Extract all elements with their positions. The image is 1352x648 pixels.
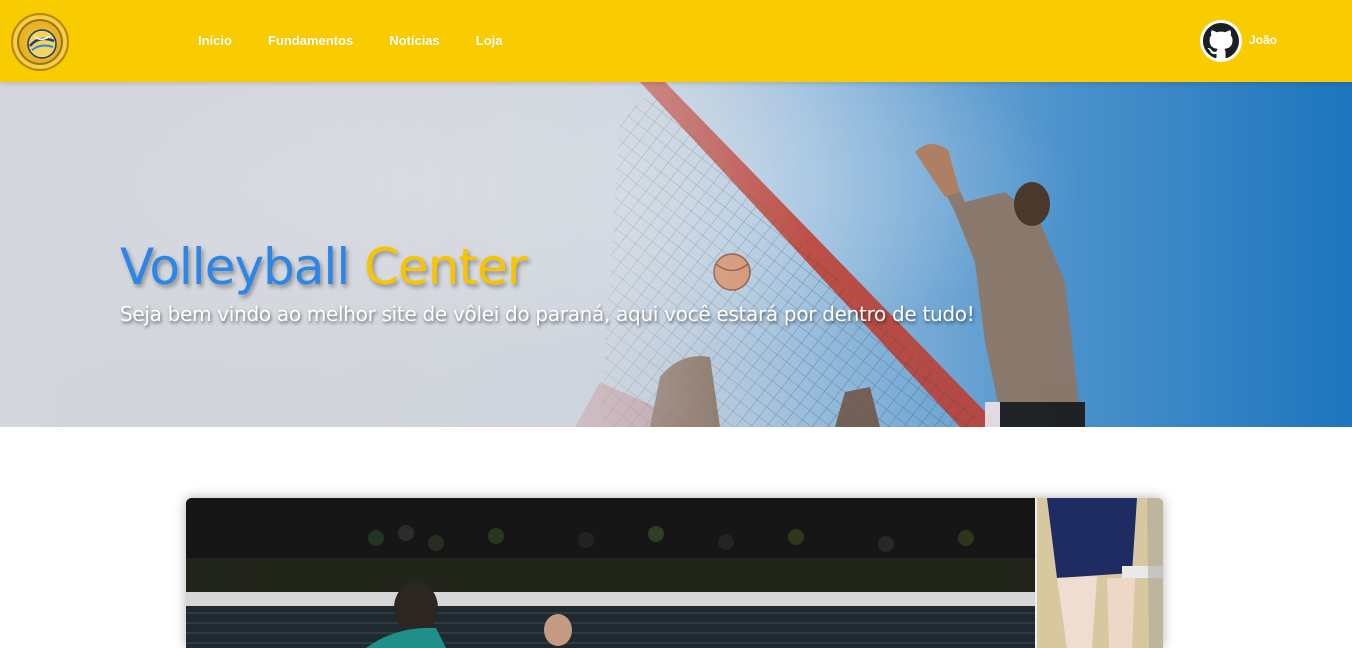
nav-link-noticias[interactable]: Notícias — [389, 33, 440, 48]
avatar[interactable] — [1200, 20, 1242, 62]
hero-title-part2: Center — [364, 238, 527, 296]
navbar: Início Fundamentos Notícias Loja João — [0, 0, 1352, 82]
hero-subtitle: Seja bem vindo ao melhor site de vôlei d… — [120, 302, 975, 326]
news-carousel[interactable] — [186, 498, 1163, 648]
carousel-slide-next[interactable] — [1037, 498, 1163, 648]
nav-link-fundamentos[interactable]: Fundamentos — [268, 33, 353, 48]
github-icon — [1203, 23, 1239, 59]
volleyball-logo-icon — [27, 29, 57, 59]
hero-banner: Volleyball Center Seja bem vindo ao melh… — [0, 82, 1352, 427]
hero-title-part1: Volleyball — [120, 238, 350, 296]
nav-link-loja[interactable]: Loja — [476, 33, 503, 48]
volleyball-match-photo — [186, 498, 1035, 648]
volleyball-player-photo — [1037, 498, 1163, 648]
user-profile[interactable]: João — [1200, 20, 1277, 62]
nav-link-inicio[interactable]: Início — [198, 33, 232, 48]
carousel-slide-active[interactable] — [186, 498, 1035, 648]
hero-title: Volleyball Center — [120, 238, 527, 296]
site-logo[interactable] — [11, 13, 69, 71]
username: João — [1249, 33, 1278, 47]
main-nav: Início Fundamentos Notícias Loja — [198, 33, 539, 48]
